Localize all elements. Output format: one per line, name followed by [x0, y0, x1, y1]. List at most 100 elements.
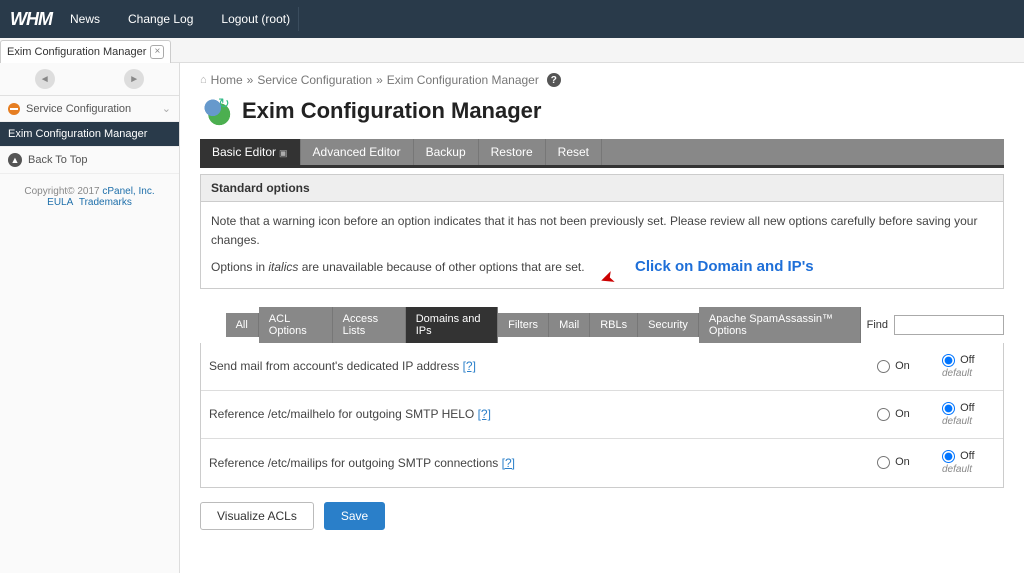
sidebar-nav-arrows: ◄ ►: [0, 63, 179, 96]
tab-basic-editor[interactable]: Basic Editor▣: [200, 139, 301, 165]
tab-restore[interactable]: Restore: [479, 139, 546, 165]
radio-text: Off: [960, 402, 974, 414]
radio-text: Off: [960, 354, 974, 366]
radio-off[interactable]: [942, 354, 955, 367]
otab-all[interactable]: All: [226, 313, 259, 337]
chevron-down-icon: ⌄: [162, 102, 171, 115]
note-italics: italics: [268, 260, 298, 274]
help-icon[interactable]: ?: [547, 73, 561, 87]
nav-changelog[interactable]: Change Log: [124, 6, 197, 32]
sidebar-item-label: Exim Configuration Manager: [8, 128, 147, 140]
option-desc: Reference /etc/mailhelo for outgoing SMT…: [201, 397, 873, 431]
otab-spamassassin[interactable]: Apache SpamAssassin™ Options: [699, 307, 861, 343]
sidebar-item-label: Back To Top: [28, 154, 88, 166]
exim-icon: [200, 95, 232, 127]
otab-mail[interactable]: Mail: [549, 313, 590, 337]
otab-security[interactable]: Security: [638, 313, 699, 337]
radio-text: On: [895, 456, 910, 468]
otab-acl-options[interactable]: ACL Options: [259, 307, 333, 343]
options-table: Send mail from account's dedicated IP ad…: [200, 343, 1004, 488]
nav-next-icon[interactable]: ►: [124, 69, 144, 89]
radio-on[interactable]: [877, 456, 890, 469]
radio-text: Off: [960, 450, 974, 462]
radio-off-label[interactable]: Off: [942, 402, 975, 414]
sidebar-item-service-configuration[interactable]: Service Configuration ⌄: [0, 96, 179, 122]
help-link[interactable]: [?]: [478, 407, 491, 421]
help-link[interactable]: [?]: [502, 456, 515, 470]
breadcrumb-sep: »: [376, 73, 383, 87]
help-link[interactable]: [?]: [463, 359, 476, 373]
option-desc-text: Send mail from account's dedicated IP ad…: [209, 359, 459, 373]
otab-filters[interactable]: Filters: [498, 313, 549, 337]
top-nav: News Change Log Logout (root): [66, 6, 294, 32]
find-input[interactable]: [894, 315, 1004, 335]
radio-off-label[interactable]: Off: [942, 450, 975, 462]
option-row: Reference /etc/mailhelo for outgoing SMT…: [201, 391, 1003, 439]
option-off: Off default: [938, 348, 1003, 385]
radio-off[interactable]: [942, 402, 955, 415]
radio-on[interactable]: [877, 408, 890, 421]
tab-advanced-editor[interactable]: Advanced Editor: [301, 139, 414, 165]
radio-text: On: [895, 360, 910, 372]
default-label: default: [942, 368, 972, 379]
option-on: On: [873, 402, 938, 427]
editor-tabs: Basic Editor▣ Advanced Editor Backup Res…: [200, 139, 1004, 165]
page-title: Exim Configuration Manager: [242, 98, 541, 124]
home-icon: ⌂: [200, 74, 207, 86]
option-row: Send mail from account's dedicated IP ad…: [201, 343, 1003, 391]
breadcrumb-home[interactable]: Home: [211, 73, 243, 87]
annotation-text: Click on Domain and IP's: [635, 258, 814, 275]
sidebar-footer: Copyright© 2017 cPanel, Inc. EULA Tradem…: [0, 178, 179, 216]
radio-on-label[interactable]: On: [877, 456, 910, 468]
option-on: On: [873, 450, 938, 475]
trademarks-link[interactable]: Trademarks: [79, 197, 132, 208]
nav-logout[interactable]: Logout (root): [217, 6, 294, 32]
nav-prev-icon[interactable]: ◄: [35, 69, 55, 89]
breadcrumb-current: Exim Configuration Manager: [387, 73, 539, 87]
option-on: On: [873, 354, 938, 379]
otab-access-lists[interactable]: Access Lists: [333, 307, 406, 343]
topbar: WHM News Change Log Logout (root): [0, 0, 1024, 38]
breadcrumb-service-config[interactable]: Service Configuration: [257, 73, 372, 87]
radio-on-label[interactable]: On: [877, 408, 910, 420]
bottom-actions: Visualize ACLs Save: [200, 502, 1004, 530]
option-off: Off default: [938, 396, 1003, 433]
option-desc: Send mail from account's dedicated IP ad…: [201, 349, 873, 383]
radio-on[interactable]: [877, 360, 890, 373]
visualize-acls-button[interactable]: Visualize ACLs: [200, 502, 314, 530]
external-icon: ▣: [279, 148, 288, 158]
tab-reset[interactable]: Reset: [546, 139, 602, 165]
sidebar-item-exim-config[interactable]: Exim Configuration Manager: [0, 122, 179, 147]
open-tab-exim[interactable]: Exim Configuration Manager ×: [0, 40, 171, 63]
cpanel-link[interactable]: cPanel, Inc.: [102, 186, 154, 197]
radio-off[interactable]: [942, 450, 955, 463]
logo: WHM: [10, 9, 52, 30]
otab-domains-ips[interactable]: Domains and IPs: [406, 307, 498, 343]
option-desc: Reference /etc/mailips for outgoing SMTP…: [201, 446, 873, 480]
option-row: Reference /etc/mailips for outgoing SMTP…: [201, 439, 1003, 487]
sidebar-item-label: Service Configuration: [26, 103, 131, 115]
sidebar-item-back-to-top[interactable]: ▲ Back To Top: [0, 147, 179, 174]
radio-off-label[interactable]: Off: [942, 354, 975, 366]
open-tabs-row: Exim Configuration Manager ×: [0, 38, 1024, 63]
eula-link[interactable]: EULA: [47, 197, 73, 208]
radio-on-label[interactable]: On: [877, 360, 910, 372]
note-text: are unavailable because of other options…: [298, 260, 584, 274]
tab-label: Basic Editor: [212, 145, 276, 159]
copyright-text: Copyright© 2017: [24, 186, 102, 197]
gear-icon: [8, 103, 20, 115]
save-button[interactable]: Save: [324, 502, 385, 530]
tab-backup[interactable]: Backup: [414, 139, 479, 165]
breadcrumb-sep: »: [247, 73, 254, 87]
find-label: Find: [861, 319, 894, 331]
note-text: Options in: [211, 260, 268, 274]
open-tab-label: Exim Configuration Manager: [7, 46, 146, 58]
nav-separator: [298, 7, 299, 31]
option-desc-text: Reference /etc/mailips for outgoing SMTP…: [209, 456, 498, 470]
note-line-1: Note that a warning icon before an optio…: [211, 212, 993, 250]
otab-rbls[interactable]: RBLs: [590, 313, 638, 337]
main-content: ⌂ Home » Service Configuration » Exim Co…: [180, 63, 1024, 573]
sidebar: ◄ ► Service Configuration ⌄ Exim Configu…: [0, 63, 180, 573]
close-icon[interactable]: ×: [150, 45, 164, 59]
nav-news[interactable]: News: [66, 6, 104, 32]
